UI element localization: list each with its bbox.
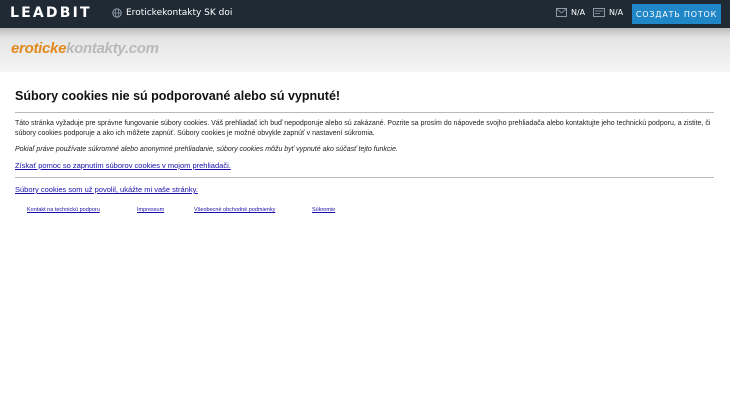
brand-logo-part1: eroticke xyxy=(11,40,67,57)
stat-wallet-value: N/A xyxy=(609,8,624,17)
footer-link-privacy[interactable]: Súkromie xyxy=(312,207,335,213)
site-selector[interactable]: Erotickekontakty SK doi xyxy=(112,8,232,18)
top-navigation-bar: LEADBIT Erotickekontakty SK doi N/A N/A … xyxy=(0,0,730,28)
cookie-info-text: Táto stránka vyžaduje pre správne fungov… xyxy=(15,120,711,137)
brand-logo-part2: kontakty.com xyxy=(66,40,159,57)
private-mode-text: Pokiaľ práve používate súkromné alebo an… xyxy=(15,146,398,153)
mail-icon xyxy=(556,8,567,17)
page-title: Súbory cookies nie sú podporované alebo … xyxy=(15,89,341,103)
footer-link-support[interactable]: Kontakt na technickú podporu xyxy=(27,207,100,213)
footer-link-terms[interactable]: Všeobecné obchodné podmienky xyxy=(194,207,275,213)
brand-header: erotickekontakty.com xyxy=(0,28,730,72)
create-stream-button[interactable]: СОЗДАТЬ ПОТОК xyxy=(632,4,721,24)
cookies-enabled-link[interactable]: Súbory cookies som už povolil, ukážte mi… xyxy=(15,185,198,194)
stat-wallet[interactable]: N/A xyxy=(593,8,623,17)
cookie-help-link[interactable]: Získať pomoc so zapnutím súborov cookies… xyxy=(15,161,231,170)
wallet-icon xyxy=(593,8,605,17)
stat-mail[interactable]: N/A xyxy=(556,8,585,17)
site-name: Erotickekontakty SK doi xyxy=(126,8,233,18)
leadbit-logo[interactable]: LEADBIT xyxy=(10,5,92,21)
divider xyxy=(15,177,714,178)
divider xyxy=(15,112,714,113)
globe-icon xyxy=(112,8,122,18)
footer-link-impressum[interactable]: Impressum xyxy=(137,207,164,213)
stat-mail-value: N/A xyxy=(571,8,586,17)
brand-logo[interactable]: erotickekontakty.com xyxy=(11,40,159,57)
